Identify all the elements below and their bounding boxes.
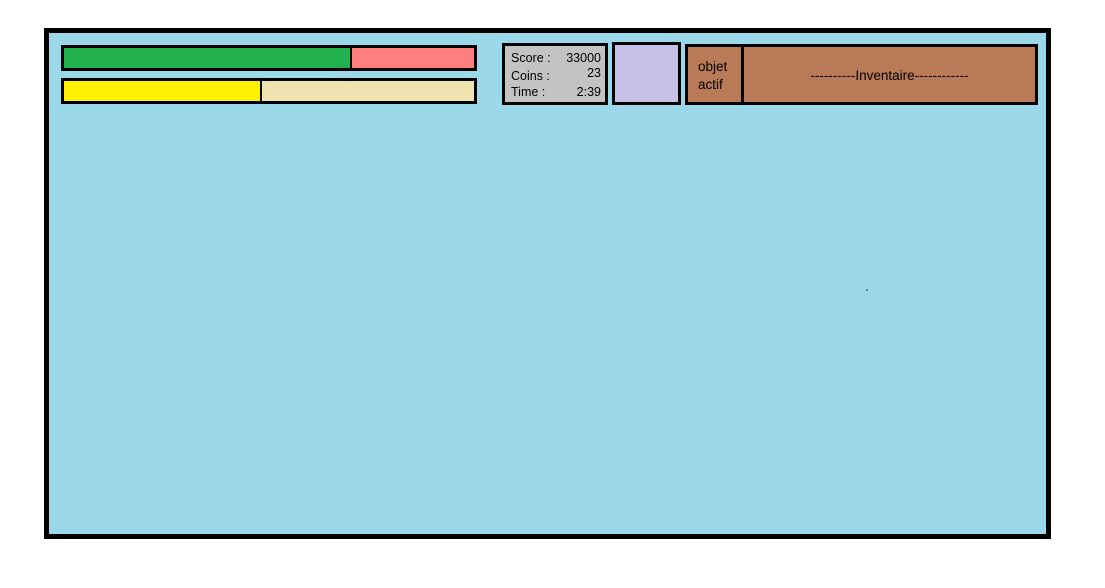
- energy-bar-fill: [64, 81, 261, 101]
- inventory-panel[interactable]: objet actif ----------Inventaire--------…: [685, 44, 1038, 105]
- coins-label: Coins :: [511, 69, 550, 83]
- health-bar-fill: [64, 48, 351, 68]
- health-bar: [61, 45, 477, 71]
- item-slot[interactable]: [612, 42, 681, 105]
- active-object-label-line2: actif: [698, 77, 723, 92]
- game-object-speck: [866, 289, 868, 291]
- energy-bar-divider: [259, 81, 262, 101]
- stats-panel: Score : 33000 Coins : 23 Time : 2:39: [502, 43, 608, 105]
- coins-row: Coins : 23: [511, 65, 601, 83]
- inventory-label: ----------Inventaire------------: [810, 68, 969, 83]
- time-row: Time : 2:39: [511, 84, 601, 101]
- active-object-slot[interactable]: objet actif: [688, 47, 744, 102]
- energy-bar: [61, 78, 477, 104]
- time-value: 2:39: [576, 85, 601, 99]
- health-bar-divider: [350, 48, 352, 68]
- coins-value: 23: [587, 66, 601, 80]
- active-object-label-line1: objet: [698, 59, 728, 74]
- time-label: Time :: [511, 85, 546, 99]
